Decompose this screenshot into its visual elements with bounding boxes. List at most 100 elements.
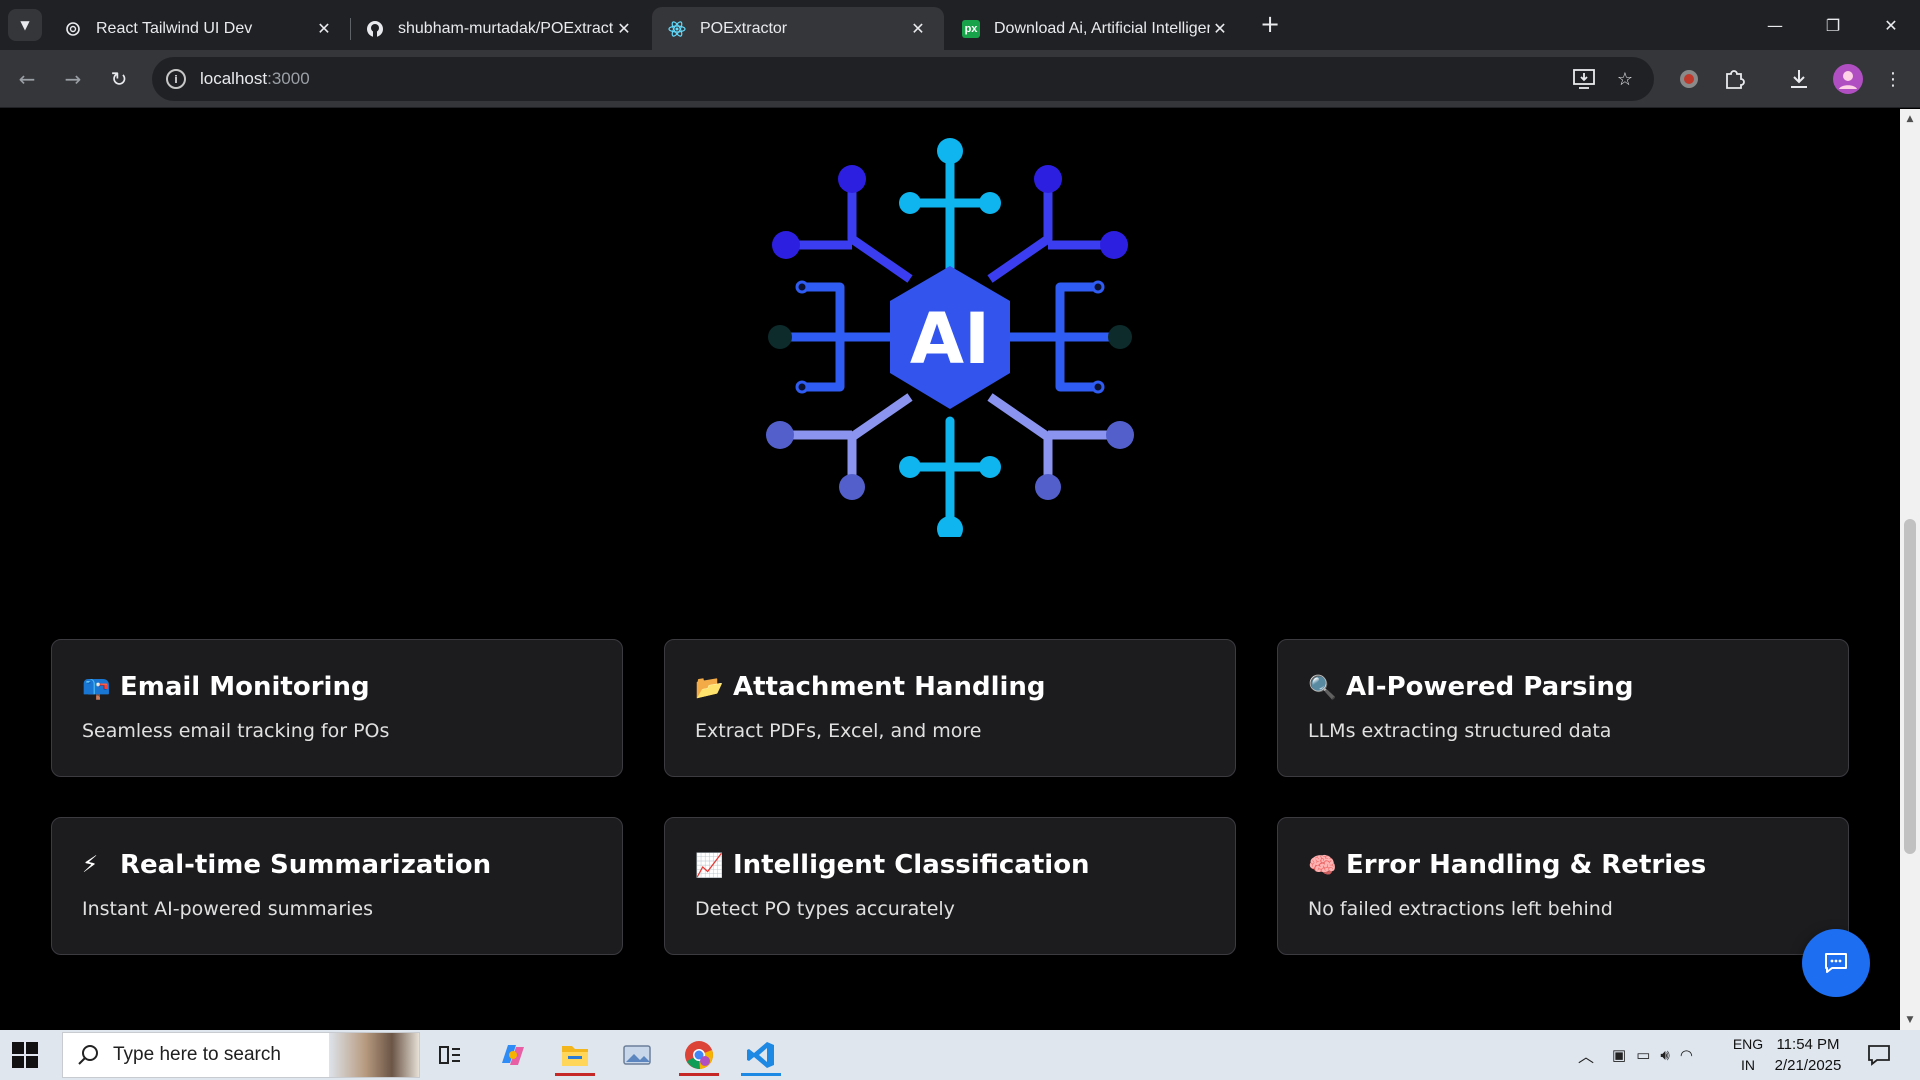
language-indicator[interactable]: ENG IN [1730, 1034, 1766, 1076]
close-window-button[interactable]: ✕ [1862, 0, 1920, 50]
url-port: :3000 [267, 69, 310, 88]
install-icon [1573, 69, 1595, 89]
chrome-icon [685, 1041, 713, 1070]
wifi-icon[interactable]: ◠ [1680, 1046, 1693, 1064]
tab-poextractor[interactable]: POExtractor ✕ [652, 7, 944, 50]
reload-button[interactable]: ↻ [104, 64, 134, 94]
photos-icon [623, 1045, 651, 1065]
tab-title: POExtractor [700, 19, 788, 37]
arrow-left-icon: ← [18, 67, 36, 91]
tab-title: Download Ai, Artificial Intelliger [994, 19, 1210, 37]
puzzle-icon [1726, 70, 1745, 89]
close-icon[interactable]: ✕ [908, 19, 928, 39]
system-tray: ︿ ▣ ▭ 🔊︎ ◠ [1578, 1030, 1693, 1080]
close-icon: ✕ [1884, 15, 1898, 35]
downloads-button[interactable] [1784, 64, 1814, 94]
tab-react-tailwind[interactable]: React Tailwind UI Dev ✕ [48, 7, 350, 50]
clock-date: 2/21/2025 [1774, 1057, 1842, 1074]
url-text: localhost:3000 [200, 69, 310, 89]
page-viewport: AI 📪 Email Monitoring Seamless email tra… [0, 109, 1900, 1030]
card-title: Intelligent Classification [733, 850, 1090, 880]
chat-button[interactable] [1802, 929, 1870, 997]
card-description: Extract PDFs, Excel, and more [695, 720, 982, 742]
bookmark-button[interactable]: ☆ [1610, 64, 1640, 94]
more-vert-icon: ⋮ [1884, 68, 1902, 90]
profile-button[interactable] [1831, 62, 1865, 96]
tab-search-button[interactable]: ▼ [8, 9, 42, 41]
copilot-app[interactable] [490, 1034, 536, 1076]
browser-menu-button[interactable]: ⋮ [1878, 64, 1908, 94]
back-button[interactable]: ← [12, 64, 42, 94]
scroll-thumb[interactable] [1904, 519, 1916, 854]
new-tab-button[interactable]: + [1256, 10, 1284, 38]
forward-button[interactable]: → [58, 64, 88, 94]
minimize-button[interactable]: — [1746, 0, 1804, 50]
notifications-button[interactable] [1856, 1034, 1902, 1076]
card-header: 📪 Email Monitoring [82, 672, 370, 702]
close-icon[interactable]: ✕ [314, 19, 334, 39]
feature-card-error-handling: 🧠 Error Handling & Retries No failed ext… [1277, 817, 1849, 955]
extensions-menu-button[interactable] [1719, 64, 1749, 94]
windows-start-icon[interactable] [12, 1042, 38, 1068]
chevron-up-icon[interactable]: ︿ [1578, 1043, 1594, 1067]
search-placeholder: Type here to search [113, 1044, 281, 1065]
card-title: Real-time Summarization [120, 850, 492, 880]
tab-title: shubham-murtadak/POExtracto [398, 19, 614, 37]
vscode-icon [747, 1042, 774, 1068]
photos-app[interactable] [614, 1034, 660, 1076]
brain-icon: 🧠 [1308, 852, 1337, 879]
avatar [1833, 64, 1863, 94]
card-title: Email Monitoring [120, 672, 370, 702]
mailbox-icon: 📪 [82, 674, 111, 701]
restore-button[interactable]: ❐ [1804, 0, 1862, 50]
install-app-button[interactable] [1569, 64, 1599, 94]
minimize-icon: — [1767, 15, 1783, 35]
tab-github[interactable]: shubham-murtadak/POExtracto ✕ [350, 7, 650, 50]
task-view-button[interactable] [427, 1034, 473, 1076]
card-description: Detect PO types accurately [695, 898, 955, 920]
scroll-down-arrow[interactable]: ▼ [1900, 1012, 1920, 1028]
taskbar-clock[interactable]: 11:54 PM 2/21/2025 [1766, 1034, 1850, 1076]
magnifier-icon: 🔍 [1308, 674, 1337, 701]
page-scrollbar[interactable]: ▲ ▼ [1900, 109, 1920, 1030]
card-description: Instant AI-powered summaries [82, 898, 374, 920]
scroll-up-arrow[interactable]: ▲ [1900, 111, 1920, 127]
px-favicon-label: px [964, 22, 978, 35]
tab-download-ai[interactable]: px Download Ai, Artificial Intelliger ✕ [946, 7, 1246, 50]
clock-time: 11:54 PM [1776, 1036, 1840, 1053]
windows-taskbar: Type here to search ︿ ▣ ▭ 🔊︎ ◠ ENG IN 11… [0, 1030, 1920, 1080]
card-header: 🔍 AI-Powered Parsing [1308, 672, 1634, 702]
browser-toolbar: ← → ↻ i localhost:3000 ☆ ⋮ [0, 50, 1920, 108]
taskbar-search[interactable]: Type here to search [62, 1032, 420, 1078]
px-icon: px [962, 19, 980, 38]
language-code: ENG [1732, 1036, 1764, 1052]
meet-now-icon[interactable]: ▣ [1612, 1046, 1626, 1064]
github-icon [366, 20, 384, 38]
search-icon [78, 1045, 98, 1065]
feature-card-classification: 📈 Intelligent Classification Detect PO t… [664, 817, 1236, 955]
logo-text: AI [910, 298, 990, 380]
openai-icon [64, 20, 82, 38]
star-icon: ☆ [1616, 68, 1634, 90]
battery-icon[interactable]: ▭ [1636, 1046, 1650, 1064]
running-indicator [679, 1073, 719, 1076]
file-explorer-app[interactable] [552, 1034, 598, 1076]
search-highlight-image [329, 1033, 419, 1077]
lightning-icon: ⚡ [82, 852, 99, 878]
site-info-icon[interactable]: i [166, 69, 186, 89]
volume-icon[interactable]: 🔊︎ [1660, 1047, 1669, 1064]
feature-card-attachment-handling: 📂 Attachment Handling Extract PDFs, Exce… [664, 639, 1236, 777]
folder-icon [562, 1046, 588, 1066]
card-title: Error Handling & Retries [1346, 850, 1707, 880]
url-host: localhost [200, 69, 268, 88]
address-bar[interactable]: i localhost:3000 [152, 57, 1654, 101]
chrome-app[interactable] [676, 1034, 722, 1076]
card-header: 🧠 Error Handling & Retries [1308, 850, 1706, 880]
close-icon[interactable]: ✕ [614, 19, 634, 39]
running-indicator [741, 1073, 781, 1076]
vscode-app[interactable] [738, 1034, 784, 1076]
download-icon [1791, 70, 1807, 88]
close-icon[interactable]: ✕ [1210, 19, 1230, 39]
arrow-right-icon: → [64, 67, 82, 91]
extension-button[interactable] [1674, 64, 1704, 94]
